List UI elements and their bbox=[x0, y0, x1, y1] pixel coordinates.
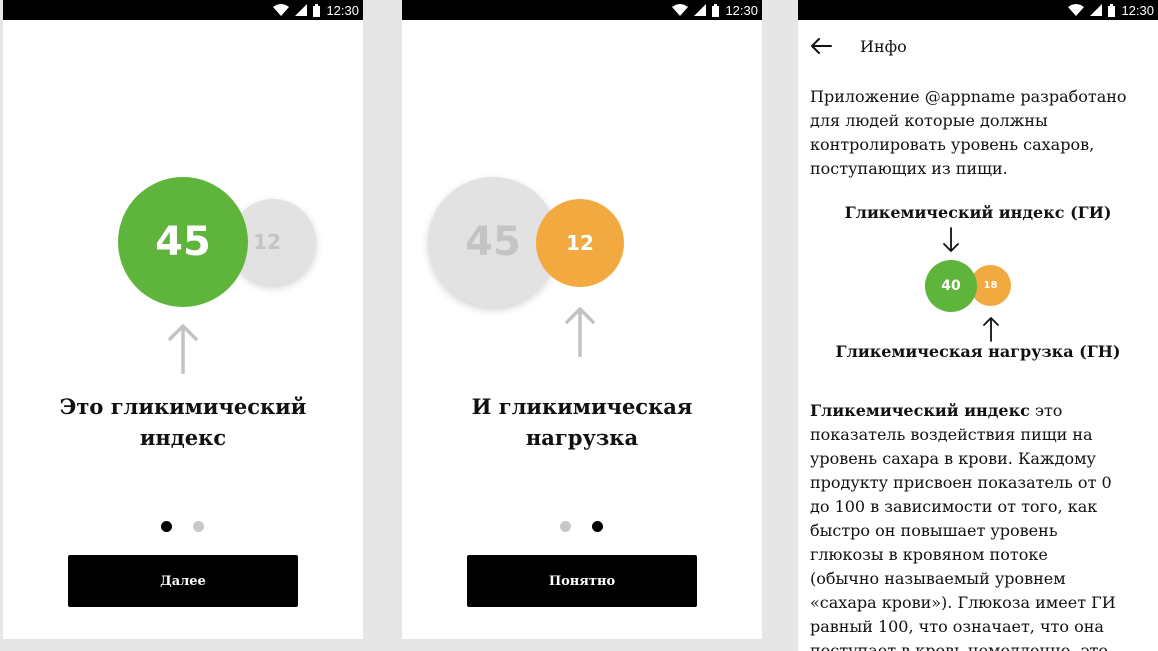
wifi-icon bbox=[672, 4, 689, 16]
arrow-up-icon bbox=[168, 324, 198, 374]
title-line-2: индекс bbox=[139, 425, 227, 450]
intro-line: контролировать уровень сахаров, bbox=[810, 135, 1095, 154]
gi-value: 45 bbox=[155, 219, 211, 265]
onboarding-title: Это гликимический индекс bbox=[3, 391, 363, 453]
page-indicator-2[interactable] bbox=[592, 521, 603, 532]
arrow-left-icon[interactable] bbox=[810, 38, 832, 54]
got-it-button[interactable]: Понятно bbox=[467, 555, 697, 607]
app-bar: Инфо bbox=[810, 34, 1158, 58]
arrow-up-icon bbox=[565, 307, 595, 357]
description-line: до 100 в зависимости от того, как bbox=[810, 497, 1098, 516]
intro-line: Приложение @appname разработано bbox=[810, 87, 1127, 106]
next-button[interactable]: Далее bbox=[68, 555, 298, 607]
gi-mini-circle: 40 bbox=[925, 260, 977, 312]
status-bar: 12:30 bbox=[798, 0, 1158, 20]
status-bar: 12:30 bbox=[402, 0, 762, 20]
page-indicator-1[interactable] bbox=[161, 521, 172, 532]
gl-mini-value: 18 bbox=[983, 280, 998, 291]
page-indicator-2[interactable] bbox=[193, 521, 204, 532]
title-line-1: Это гликимический bbox=[59, 394, 307, 419]
battery-icon bbox=[712, 3, 720, 17]
gl-circle: 12 bbox=[536, 199, 624, 287]
description-line: поступает в кровь немедленно, это bbox=[810, 641, 1109, 651]
battery-icon bbox=[1108, 3, 1116, 17]
onboarding-screen-gl: 12:30 45 12 И гликимическая нагрузка Пон… bbox=[402, 0, 762, 639]
description-line: глюкозы в кровяном потоке bbox=[810, 545, 1048, 564]
gi-description: Гликемический индекс это показатель возд… bbox=[810, 399, 1150, 651]
status-bar: 12:30 bbox=[3, 0, 363, 20]
status-time: 12:30 bbox=[725, 2, 758, 18]
onboarding-title: И гликимическая нагрузка bbox=[402, 391, 762, 453]
gi-term: Гликемический индекс bbox=[810, 401, 1030, 420]
description-line: быстро он повышает уровень bbox=[810, 521, 1058, 540]
page-title: Инфо bbox=[860, 36, 907, 56]
description-line: Гликемический индекс это bbox=[810, 399, 1150, 423]
intro-text: Приложение @appname разработано для люде… bbox=[810, 85, 1150, 181]
description-line: показатель воздействия пищи на bbox=[810, 425, 1093, 444]
title-line-1: И гликимическая bbox=[471, 394, 693, 419]
title-line-2: нагрузка bbox=[525, 425, 639, 450]
signal-icon bbox=[1090, 4, 1103, 16]
description-line: продукту присвоен показатель от 0 bbox=[810, 473, 1112, 492]
gi-label: Гликемический индекс (ГИ) bbox=[844, 203, 1112, 222]
description-line: равный 100, что означает, что она bbox=[810, 617, 1104, 636]
status-time: 12:30 bbox=[326, 2, 359, 18]
gn-label: Гликемическая нагрузка (ГН) bbox=[835, 342, 1121, 361]
signal-icon bbox=[694, 4, 707, 16]
intro-line: для людей которые должны bbox=[810, 111, 1048, 130]
description-line: уровень сахара в крови. Каждому bbox=[810, 449, 1096, 468]
gi-term-rest: это bbox=[1029, 401, 1063, 420]
wifi-icon bbox=[273, 4, 290, 16]
signal-icon bbox=[295, 4, 308, 16]
gi-circle: 45 bbox=[118, 177, 248, 307]
gl-value: 12 bbox=[253, 230, 281, 254]
gl-value: 12 bbox=[566, 231, 594, 255]
description-line: «сахара крови»). Глюкоза имеет ГИ bbox=[810, 593, 1116, 612]
status-time: 12:30 bbox=[1121, 2, 1154, 18]
gi-mini-value: 40 bbox=[941, 278, 961, 294]
gi-value: 45 bbox=[465, 219, 521, 265]
intro-line: поступающих из пищи. bbox=[810, 159, 1008, 178]
arrow-up-icon bbox=[983, 317, 999, 342]
arrow-down-icon bbox=[943, 227, 959, 252]
page-indicator-1[interactable] bbox=[560, 521, 571, 532]
onboarding-screen-gi: 12:30 12 45 Это гликимический индекс Дал… bbox=[3, 0, 363, 639]
info-screen: 12:30 Инфо Приложение @appname разработа… bbox=[798, 0, 1158, 651]
battery-icon bbox=[313, 3, 321, 17]
description-line: (обычно называемый уровнем bbox=[810, 569, 1066, 588]
wifi-icon bbox=[1068, 4, 1085, 16]
